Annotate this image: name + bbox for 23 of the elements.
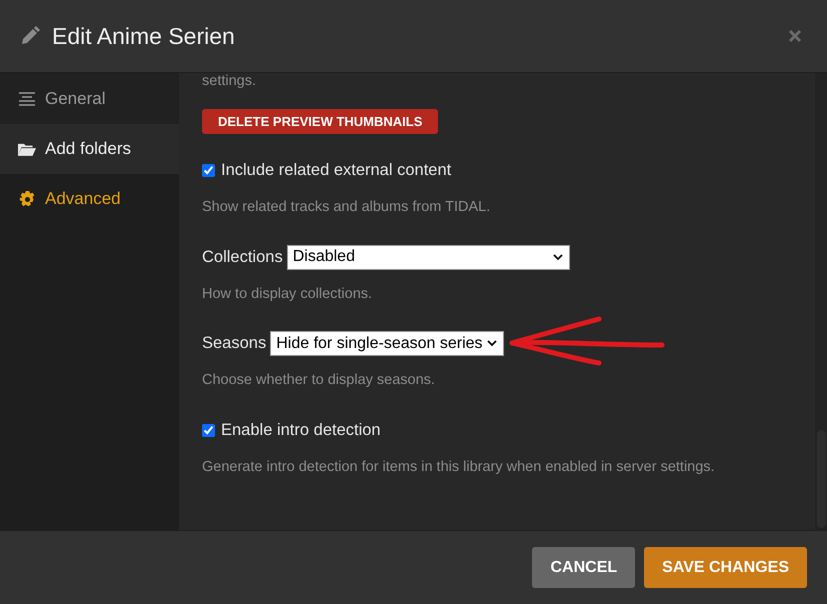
dialog-title: Edit Anime Serien xyxy=(52,22,235,51)
chevron-down-icon xyxy=(486,340,497,348)
help-text: Generate intro detection for items in this library when enabled in server settings. xyxy=(202,458,715,477)
gear-icon xyxy=(18,190,36,208)
list-icon xyxy=(18,92,36,106)
dropdown[interactable]: Disabled xyxy=(286,244,570,270)
help-text: settings. xyxy=(202,73,256,89)
dropdown[interactable]: Hide for single-season series xyxy=(270,331,504,356)
help-text: Show related tracks and albums from TIDAL. xyxy=(202,198,490,217)
checkbox-label[interactable]: Include related external content xyxy=(221,158,452,183)
checkbox[interactable] xyxy=(202,424,215,437)
field-label: Collections xyxy=(202,246,283,268)
delete-thumbnails-button[interactable]: DELETE PREVIEW THUMBNAILS xyxy=(202,109,438,134)
checkbox-label[interactable]: Enable intro detection xyxy=(221,418,381,443)
pencil-icon xyxy=(20,26,40,46)
cancel-button[interactable]: CANCEL xyxy=(532,547,636,588)
help-text: How to display collections. xyxy=(202,284,372,304)
checkbox[interactable] xyxy=(202,164,215,177)
sidebar-tab[interactable]: Add folders xyxy=(0,124,179,174)
folder-icon xyxy=(18,141,36,157)
chevron-down-icon xyxy=(552,254,563,260)
help-text: Choose whether to display seasons. xyxy=(202,371,435,390)
field-label: Seasons xyxy=(202,333,266,354)
